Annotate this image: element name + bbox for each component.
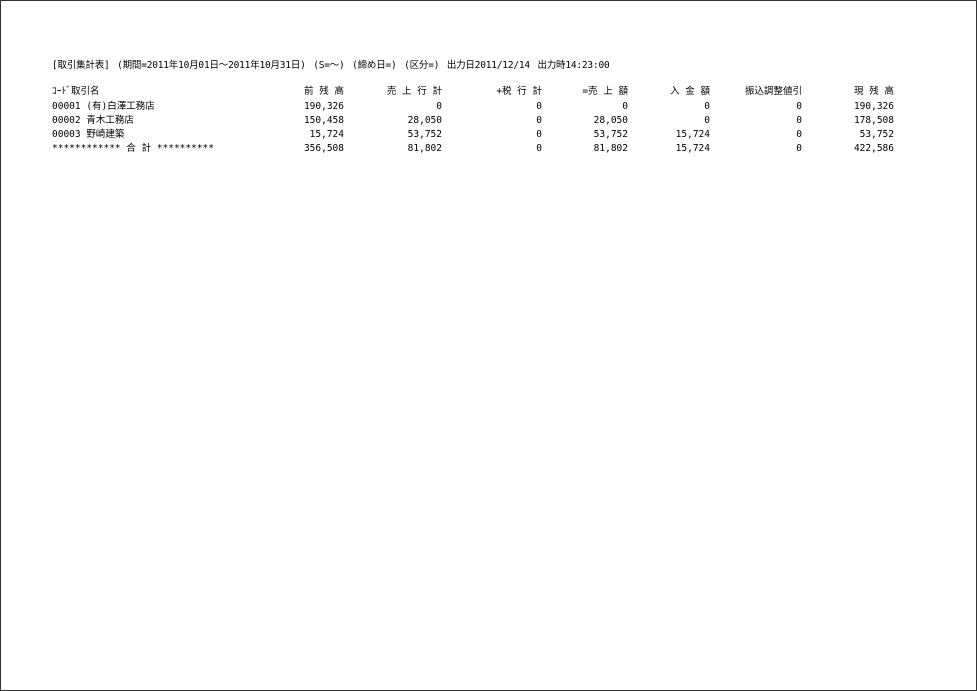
summary-table: ｺｰﾄﾞ取引名 前 残 高 売 上 行 計 +税 行 計 =売 上 額 入 金 … <box>52 85 894 156</box>
header-name: ｺｰﾄﾞ取引名 <box>52 86 100 97</box>
report-s-filter: (S=～) <box>313 60 345 71</box>
row-name: 00001 (有)白澤工務店 <box>52 101 155 112</box>
header-sales-total: 売 上 行 計 <box>386 86 442 97</box>
report-title: [取引集計表] <box>52 60 110 71</box>
row-sales-amount: 28,050 <box>593 115 628 126</box>
row-current-balance: 190,326 <box>853 101 894 112</box>
total-adjustment: 0 <box>796 143 802 154</box>
row-adjustment: 0 <box>796 115 802 126</box>
report-output-time: 出力時14:23:00 <box>537 60 610 71</box>
header-current-balance: 現 残 高 <box>854 86 894 97</box>
header-adjustment: 振込調整値引 <box>744 86 802 97</box>
row-prev-balance: 15,724 <box>309 129 344 140</box>
row-prev-balance: 150,458 <box>303 115 344 126</box>
row-tax-total: 0 <box>536 101 542 112</box>
report-page: [取引集計表] (期間=2011年10月01日～2011年10月31日) (S=… <box>0 0 977 691</box>
header-sales-amount: =売 上 額 <box>582 86 628 97</box>
row-sales-amount: 53,752 <box>593 129 628 140</box>
total-current-balance: 422,586 <box>853 143 894 154</box>
report-period: (期間=2011年10月01日～2011年10月31日) <box>117 60 306 71</box>
total-prev-balance: 356,508 <box>303 143 344 154</box>
table-row: 00003 野崎建築 15,724 53,752 0 53,752 15,724… <box>52 128 894 142</box>
row-prev-balance: 190,326 <box>303 101 344 112</box>
row-current-balance: 178,508 <box>853 115 894 126</box>
header-prev-balance: 前 残 高 <box>304 86 344 97</box>
report-closing-day: (締め日=) <box>352 60 397 71</box>
total-receipt-amount: 15,724 <box>675 143 710 154</box>
row-name: 00003 野崎建築 <box>52 129 125 140</box>
row-sales-total: 0 <box>436 101 442 112</box>
row-receipt-amount: 0 <box>704 115 710 126</box>
report-header: [取引集計表] (期間=2011年10月01日～2011年10月31日) (S=… <box>52 57 612 71</box>
report-category: (区分=) <box>404 60 440 71</box>
row-sales-total: 53,752 <box>407 129 442 140</box>
row-name: 00002 青木工務店 <box>52 115 134 126</box>
table-row: 00001 (有)白澤工務店 190,326 0 0 0 0 0 190,326 <box>52 100 894 114</box>
report-output-date: 出力日2011/12/14 <box>446 60 530 71</box>
total-row: ************ 合 計 ********** 356,508 81,8… <box>52 142 894 156</box>
row-adjustment: 0 <box>796 129 802 140</box>
row-receipt-amount: 15,724 <box>675 129 710 140</box>
row-sales-total: 28,050 <box>407 115 442 126</box>
row-tax-total: 0 <box>536 129 542 140</box>
row-tax-total: 0 <box>536 115 542 126</box>
table-header-row: ｺｰﾄﾞ取引名 前 残 高 売 上 行 計 +税 行 計 =売 上 額 入 金 … <box>52 85 894 100</box>
total-sales-amount: 81,802 <box>593 143 628 154</box>
row-sales-amount: 0 <box>622 101 628 112</box>
table-row: 00002 青木工務店 150,458 28,050 0 28,050 0 0 … <box>52 114 894 128</box>
header-receipt-amount: 入 金 額 <box>670 86 710 97</box>
total-sales-total: 81,802 <box>407 143 442 154</box>
row-current-balance: 53,752 <box>859 129 894 140</box>
total-tax-total: 0 <box>536 143 542 154</box>
total-label: ************ 合 計 ********** <box>52 143 214 154</box>
header-tax-total: +税 行 計 <box>496 86 542 97</box>
row-receipt-amount: 0 <box>704 101 710 112</box>
row-adjustment: 0 <box>796 101 802 112</box>
